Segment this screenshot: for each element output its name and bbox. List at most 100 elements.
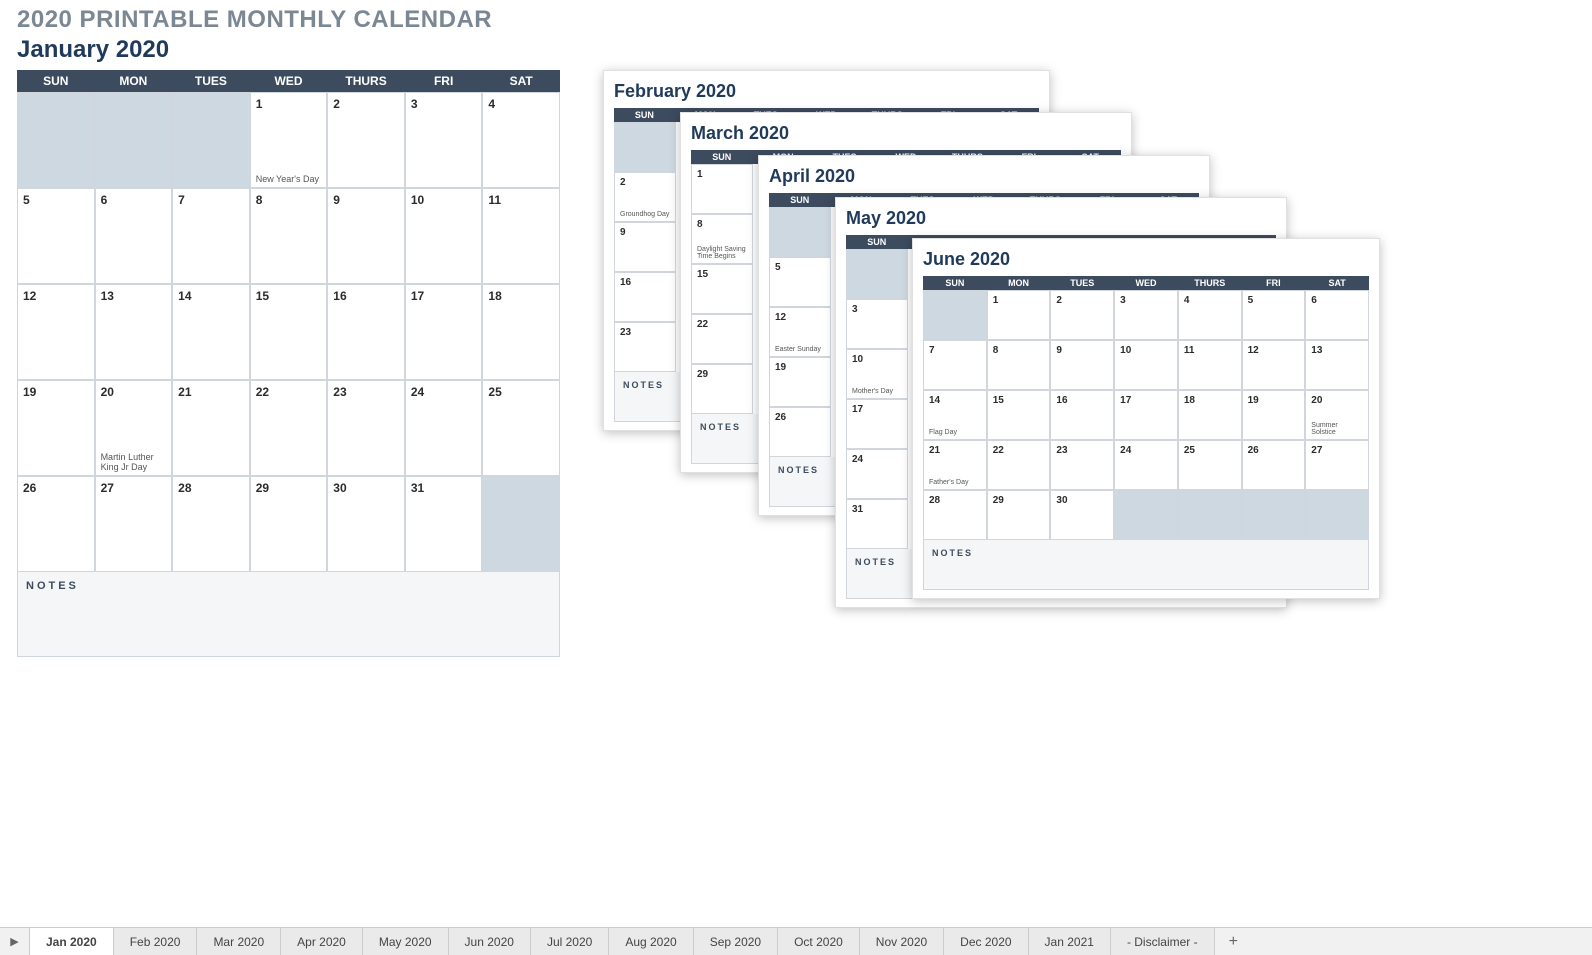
calendar-cell: 9 — [1050, 340, 1114, 390]
sheet-tab[interactable]: Sep 2020 — [694, 928, 778, 955]
sheet-tab[interactable]: Jan 2021 — [1029, 928, 1111, 955]
calendar-grid-jun: 1234567891011121314Flag Day151617181920S… — [923, 290, 1369, 540]
calendar-cell: 15 — [691, 264, 753, 314]
weekday-label: WED — [250, 70, 328, 92]
day-number: 16 — [333, 289, 400, 303]
calendar-cell: 3 — [405, 92, 483, 188]
day-number: 12 — [1248, 345, 1301, 356]
sunday-column-apr: 512Easter Sunday1926 — [769, 207, 831, 457]
calendar-cell: 13 — [1305, 340, 1369, 390]
sunday-column-mar: 18Daylight Saving Time Begins152229 — [691, 164, 753, 414]
sheet-tab[interactable]: Jan 2020 — [30, 928, 114, 955]
day-number: 29 — [993, 495, 1046, 506]
calendar-cell: 31 — [846, 499, 908, 549]
sheet-tab[interactable]: Oct 2020 — [778, 928, 860, 955]
sheet-tab[interactable]: Apr 2020 — [281, 928, 363, 955]
calendar-cell: 16 — [1050, 390, 1114, 440]
day-number: 15 — [697, 269, 748, 280]
day-number: 26 — [23, 481, 90, 495]
calendar-cell: 1New Year's Day — [250, 92, 328, 188]
day-number: 22 — [256, 385, 323, 399]
notes-section: NOTES — [17, 572, 560, 657]
day-number: 1 — [697, 169, 748, 180]
sheet-tab[interactable]: Jun 2020 — [449, 928, 531, 955]
day-number: 2 — [620, 177, 671, 188]
day-number: 24 — [1120, 445, 1173, 456]
weekday-label: SUN — [614, 108, 675, 122]
calendar-cell: 5 — [17, 188, 95, 284]
sheet-tabs-bar: ▶ Jan 2020Feb 2020Mar 2020Apr 2020May 20… — [0, 927, 1592, 955]
event-label: Mother's Day — [852, 388, 903, 396]
day-number: 1 — [256, 97, 323, 111]
day-number: 8 — [697, 219, 748, 230]
day-number: 5 — [1248, 295, 1301, 306]
sheet-tab[interactable]: Aug 2020 — [609, 928, 693, 955]
day-number: 6 — [101, 193, 168, 207]
day-number: 28 — [178, 481, 245, 495]
calendar-cell: 5 — [769, 257, 831, 307]
calendar-cell: 26 — [17, 476, 95, 572]
calendar-cell: 25 — [482, 380, 560, 476]
weekday-header: SUNMONTUESWEDTHURSFRISAT — [923, 276, 1369, 290]
calendar-cell: 17 — [1114, 390, 1178, 440]
sheet-tab[interactable]: Feb 2020 — [114, 928, 198, 955]
day-number: 24 — [411, 385, 478, 399]
day-number: 14 — [178, 289, 245, 303]
calendar-cell — [95, 92, 173, 188]
calendar-cell: 5 — [1242, 290, 1306, 340]
add-sheet-button[interactable]: + — [1215, 928, 1252, 955]
calendar-cell: 12 — [1242, 340, 1306, 390]
calendar-cell: 15 — [250, 284, 328, 380]
calendar-cell: 19 — [1242, 390, 1306, 440]
calendar-cell: 18 — [1178, 390, 1242, 440]
day-number: 3 — [852, 304, 903, 315]
day-number: 5 — [23, 193, 90, 207]
day-number: 21 — [929, 445, 982, 456]
calendar-cell: 6 — [95, 188, 173, 284]
sheet-tab[interactable]: - Disclaimer - — [1111, 928, 1215, 955]
calendar-cell: 10 — [405, 188, 483, 284]
calendar-cell: 8 — [987, 340, 1051, 390]
day-number: 24 — [852, 454, 903, 465]
day-number: 19 — [23, 385, 90, 399]
day-number: 20 — [1311, 395, 1364, 406]
day-number: 19 — [1248, 395, 1301, 406]
calendar-cell: 26 — [1242, 440, 1306, 490]
day-number: 6 — [1311, 295, 1364, 306]
event-label: Flag Day — [929, 429, 982, 437]
sheet-tab[interactable]: Jul 2020 — [531, 928, 609, 955]
notes-section: NOTES — [923, 540, 1369, 590]
calendar-cell — [923, 290, 987, 340]
calendar-cell: 15 — [987, 390, 1051, 440]
weekday-label: WED — [1114, 276, 1178, 290]
day-number: 30 — [1056, 495, 1109, 506]
weekday-label: THURS — [327, 70, 405, 92]
day-number: 7 — [178, 193, 245, 207]
day-number: 9 — [620, 227, 671, 238]
sheet-tab[interactable]: Mar 2020 — [197, 928, 281, 955]
day-number: 19 — [775, 362, 826, 373]
page-title: 2020 PRINTABLE MONTHLY CALENDAR — [17, 6, 492, 34]
calendar-cell — [172, 92, 250, 188]
day-number: 4 — [1184, 295, 1237, 306]
calendar-grid-jan: 1New Year's Day2345678910111213141516171… — [17, 92, 560, 572]
sheet-tab[interactable]: May 2020 — [363, 928, 449, 955]
day-number: 10 — [1120, 345, 1173, 356]
sheet-tab[interactable]: Dec 2020 — [944, 928, 1028, 955]
day-number: 9 — [333, 193, 400, 207]
calendar-cell: 2 — [327, 92, 405, 188]
calendar-cell: 21 — [172, 380, 250, 476]
calendar-cell: 25 — [1178, 440, 1242, 490]
calendar-cell: 28 — [923, 490, 987, 540]
sheet-tab[interactable]: Nov 2020 — [860, 928, 944, 955]
calendar-cell: 16 — [327, 284, 405, 380]
tab-scroll-icon[interactable]: ▶ — [0, 928, 30, 955]
day-number: 23 — [333, 385, 400, 399]
calendar-cell: 27 — [95, 476, 173, 572]
calendar-cell: 23 — [614, 322, 676, 372]
event-label: Daylight Saving Time Begins — [697, 246, 748, 261]
day-number: 8 — [993, 345, 1046, 356]
calendar-cell — [17, 92, 95, 188]
calendar-cell: 20Martin Luther King Jr Day — [95, 380, 173, 476]
calendar-cell: 24 — [1114, 440, 1178, 490]
